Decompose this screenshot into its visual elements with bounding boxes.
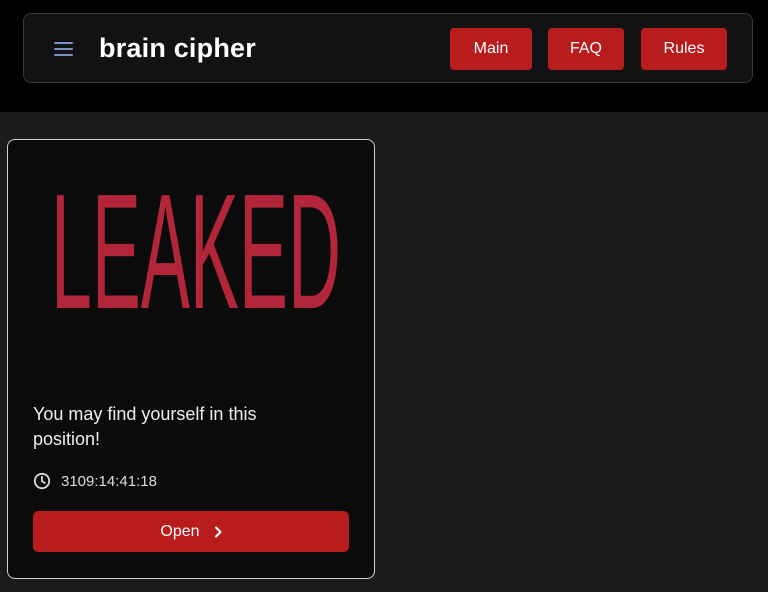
countdown-timer: 3109:14:41:18 [61,472,157,490]
open-button[interactable]: Open [33,511,349,552]
navbar: brain cipher Main FAQ Rules [23,13,753,83]
nav-main-button[interactable]: Main [450,28,532,70]
clock-icon [33,472,51,490]
card-description: You may find yourself in this position! [33,404,257,449]
brand-title: brain cipher [99,33,256,63]
hamburger-menu-icon[interactable] [54,40,74,58]
leak-card: LEAKED You may find yourself in this pos… [7,139,375,579]
nav-rules-button[interactable]: Rules [641,28,727,70]
open-button-label: Open [160,522,200,540]
chevron-right-icon [214,526,222,537]
leaked-image: LEAKED [48,190,344,315]
leaked-image-text: LEAKED [51,190,341,315]
timer-row: 3109:14:41:18 [33,471,157,491]
nav-faq-button[interactable]: FAQ [548,28,624,70]
header-band: brain cipher Main FAQ Rules [0,0,768,112]
